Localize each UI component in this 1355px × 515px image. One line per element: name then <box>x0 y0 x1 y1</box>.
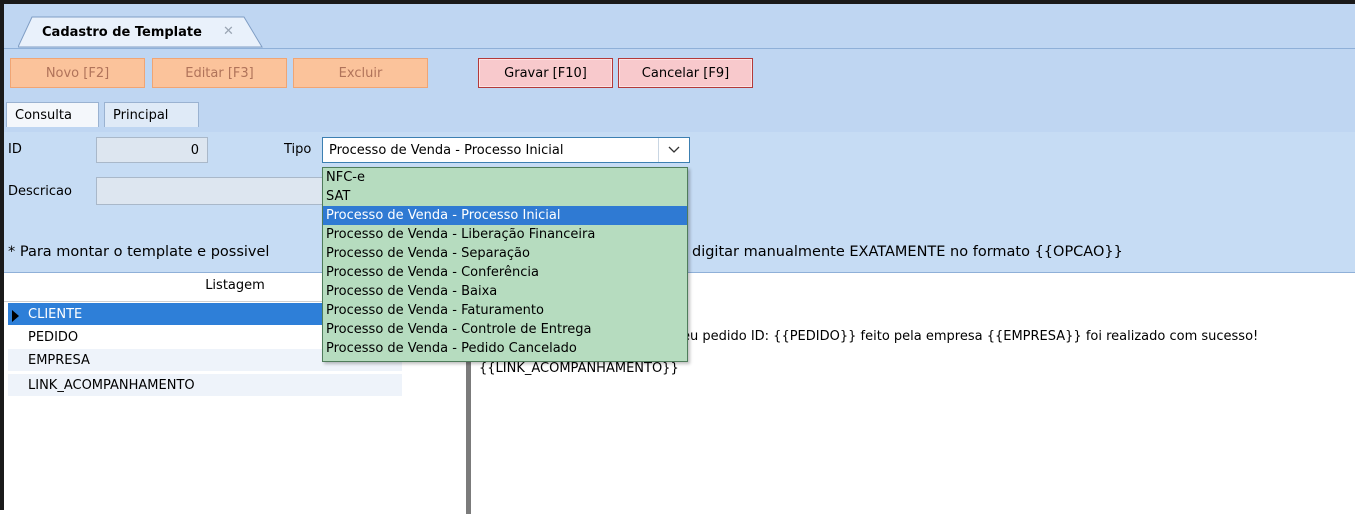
close-icon[interactable]: ✕ <box>223 24 234 39</box>
hint-text-left: * Para montar o template e possivel <box>8 244 270 260</box>
id-value: 0 <box>190 143 199 158</box>
document-tab-strip: Cadastro de Template ✕ <box>4 4 1355 49</box>
hint-text-right: digitar manualmente EXATAMENTE no format… <box>692 244 1123 260</box>
gravar-button[interactable]: Gravar [F10] <box>478 58 613 88</box>
template-line-2: {{LINK_ACOMPANHAMENTO}} <box>479 361 679 376</box>
tab-principal[interactable]: Principal <box>104 102 199 127</box>
row-pointer-icon <box>12 310 19 322</box>
list-item-label: EMPRESA <box>28 352 90 368</box>
dropdown-option[interactable]: Processo de Venda - Conferência <box>323 263 687 282</box>
list-item-label: LINK_ACOMPANHAMENTO <box>28 377 195 393</box>
tipo-dropdown-list: NFC-e SAT Processo de Venda - Processo I… <box>322 167 688 362</box>
excluir-button[interactable]: Excluir <box>293 58 428 88</box>
chevron-down-icon[interactable] <box>658 138 689 162</box>
tipo-label: Tipo <box>284 142 312 157</box>
dropdown-option[interactable]: Processo de Venda - Controle de Entrega <box>323 320 687 339</box>
list-item[interactable]: LINK_ACOMPANHAMENTO <box>8 374 402 396</box>
document-tab[interactable]: Cadastro de Template ✕ <box>18 16 263 48</box>
document-tab-title: Cadastro de Template <box>42 25 202 40</box>
descricao-label: Descricao <box>8 184 72 199</box>
list-item-label: PEDIDO <box>28 329 79 345</box>
dropdown-option[interactable]: NFC-e <box>323 168 687 187</box>
dropdown-option[interactable]: Processo de Venda - Liberação Financeira <box>323 225 687 244</box>
dropdown-option[interactable]: Processo de Venda - Faturamento <box>323 301 687 320</box>
id-label: ID <box>8 142 22 157</box>
dropdown-option[interactable]: Processo de Venda - Pedido Cancelado <box>323 339 687 358</box>
list-item-label: CLIENTE <box>28 306 83 322</box>
descricao-field[interactable] <box>96 177 324 205</box>
tipo-select[interactable]: Processo de Venda - Processo Inicial <box>322 137 690 163</box>
dropdown-option-selected[interactable]: Processo de Venda - Processo Inicial <box>323 206 687 225</box>
tab-consulta[interactable]: Consulta <box>6 102 99 127</box>
dropdown-option[interactable]: SAT <box>323 187 687 206</box>
dropdown-option[interactable]: Processo de Venda - Separação <box>323 244 687 263</box>
id-field[interactable]: 0 <box>96 137 208 163</box>
tipo-select-value: Processo de Venda - Processo Inicial <box>329 143 564 158</box>
dropdown-option[interactable]: Processo de Venda - Baixa <box>323 282 687 301</box>
page-tabs: Consulta Principal <box>4 96 1355 132</box>
template-line-1: eu pedido ID: {{PEDIDO}} feito pela empr… <box>682 329 1259 344</box>
editar-button[interactable]: Editar [F3] <box>152 58 287 88</box>
toolbar: Novo [F2] Editar [F3] Excluir Gravar [F1… <box>4 49 1355 96</box>
novo-button[interactable]: Novo [F2] <box>10 58 145 88</box>
application-window: Cadastro de Template ✕ Novo [F2] Editar … <box>0 0 1355 515</box>
cancelar-button[interactable]: Cancelar [F9] <box>618 58 753 88</box>
